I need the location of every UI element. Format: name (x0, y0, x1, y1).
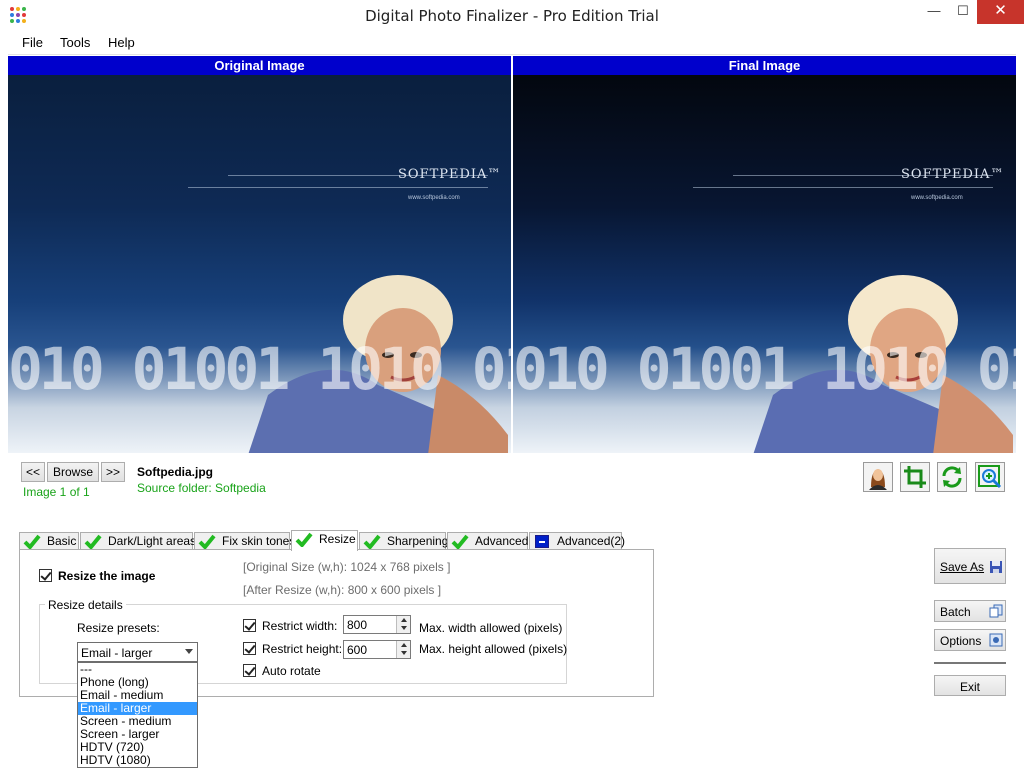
height-stepper[interactable]: 600 (343, 640, 411, 659)
final-image-preview: SOFTPEDIA™ www.softpedia.com 010 01001 1… (513, 75, 1016, 453)
options-button[interactable]: Options (934, 629, 1006, 651)
menu-bar: File Tools Help (8, 31, 1016, 55)
exit-button[interactable]: Exit (934, 675, 1006, 696)
width-value: 800 (347, 618, 368, 632)
save-as-label: Save As (940, 560, 985, 574)
maximize-button[interactable]: ☐ (948, 0, 978, 24)
tab-label: Resize (319, 532, 356, 546)
minus-icon (535, 535, 549, 548)
image-counter: Image 1 of 1 (23, 485, 90, 499)
tab-label: Advanced (475, 534, 529, 548)
next-image-button[interactable]: >> (101, 462, 125, 482)
restrict-height-checkbox[interactable] (243, 642, 256, 655)
tab-strip: Basic Dark/Light areas Fix skin tones Re… (19, 530, 659, 551)
tab-advanced-2[interactable]: Advanced(2) (529, 532, 626, 550)
width-stepper[interactable]: 800 (343, 615, 411, 634)
options-label: Options (940, 634, 982, 648)
height-spin-buttons[interactable] (396, 641, 410, 658)
check-icon (451, 534, 469, 549)
settings-icon (989, 633, 1003, 647)
tab-fix-skin-tones[interactable]: Fix skin tones (194, 532, 295, 550)
chevron-down-icon[interactable] (185, 649, 193, 654)
previous-image-button[interactable]: << (21, 462, 45, 482)
check-icon (23, 534, 41, 549)
auto-rotate-checkbox[interactable] (243, 664, 256, 677)
tab-advanced[interactable]: Advanced (447, 532, 528, 550)
width-spin-buttons[interactable] (396, 616, 410, 633)
save-icon (990, 561, 1002, 573)
auto-rotate-label: Auto rotate (262, 664, 321, 678)
check-icon (295, 532, 313, 547)
file-name: Softpedia.jpg (137, 465, 213, 479)
tab-dark-light-areas[interactable]: Dark/Light areas (80, 532, 197, 550)
save-as-button[interactable]: Save As (934, 548, 1006, 584)
original-image-header: Original Image (8, 56, 511, 75)
rotate-icon[interactable] (937, 462, 967, 492)
tab-resize[interactable]: Resize (291, 530, 358, 551)
resize-image-label: Resize the image (58, 569, 156, 583)
documents-icon (989, 604, 1003, 618)
tab-label: Basic (47, 534, 77, 548)
portrait-icon[interactable] (863, 462, 893, 492)
resize-presets-label: Resize presets: (77, 621, 160, 635)
height-hint: Max. height allowed (pixels) (419, 642, 568, 656)
menu-help[interactable]: Help (108, 35, 135, 50)
batch-button[interactable]: Batch (934, 600, 1006, 622)
resize-details-label: Resize details (45, 598, 126, 612)
separator (934, 662, 1006, 664)
crop-icon[interactable] (900, 462, 930, 492)
width-hint: Max. width allowed (pixels) (419, 621, 563, 635)
check-icon (363, 534, 381, 549)
final-image-header: Final Image (513, 56, 1016, 75)
close-button[interactable]: ✕ (977, 0, 1024, 24)
menu-file[interactable]: File (22, 35, 43, 50)
restrict-width-label: Restrict width: (262, 619, 338, 633)
zoom-icon[interactable] (975, 462, 1005, 492)
preset-selected-value: Email - larger (81, 646, 153, 660)
tab-basic[interactable]: Basic (19, 532, 79, 550)
menu-tools[interactable]: Tools (60, 35, 90, 50)
height-value: 600 (347, 643, 368, 657)
check-icon (84, 534, 102, 549)
tab-label: Fix skin tones (222, 534, 296, 548)
check-icon (198, 534, 216, 549)
app-window: Digital Photo Finalizer - Pro Edition Tr… (0, 0, 1024, 768)
original-image-preview: SOFTPEDIA™ www.softpedia.com 010 01001 1… (8, 75, 511, 453)
browse-button[interactable]: Browse (47, 462, 99, 482)
brand-url: www.softpedia.com (408, 195, 460, 201)
tab-label: Sharpening (387, 534, 449, 548)
exit-label: Exit (959, 680, 980, 694)
restrict-height-label: Restrict height: (262, 642, 343, 656)
brand-url: www.softpedia.com (911, 195, 963, 201)
title-bar: Digital Photo Finalizer - Pro Edition Tr… (0, 0, 1024, 31)
tab-sharpening[interactable]: Sharpening (359, 532, 449, 550)
tab-label: Dark/Light areas (108, 534, 197, 548)
original-size-info: [Original Size (w,h): 1024 x 768 pixels … (243, 560, 451, 574)
after-resize-info: [After Resize (w,h): 800 x 600 pixels ] (243, 583, 442, 597)
resize-presets-dropdown[interactable]: Email - larger (77, 642, 198, 662)
source-folder: Source folder: Softpedia (137, 481, 266, 495)
minimize-button[interactable]: — (919, 0, 949, 24)
resize-image-checkbox[interactable] (39, 569, 52, 582)
restrict-width-checkbox[interactable] (243, 619, 256, 632)
brand-watermark: SOFTPEDIA™ (398, 167, 502, 182)
preset-option[interactable]: HDTV (1080) (78, 754, 197, 767)
brand-watermark: SOFTPEDIA™ (901, 167, 1005, 182)
preset-options-list: --- Phone (long) Email - medium Email - … (77, 662, 198, 768)
batch-label: Batch (940, 605, 971, 619)
tab-label: Advanced(2) (557, 534, 626, 548)
window-title: Digital Photo Finalizer - Pro Edition Tr… (365, 7, 659, 25)
